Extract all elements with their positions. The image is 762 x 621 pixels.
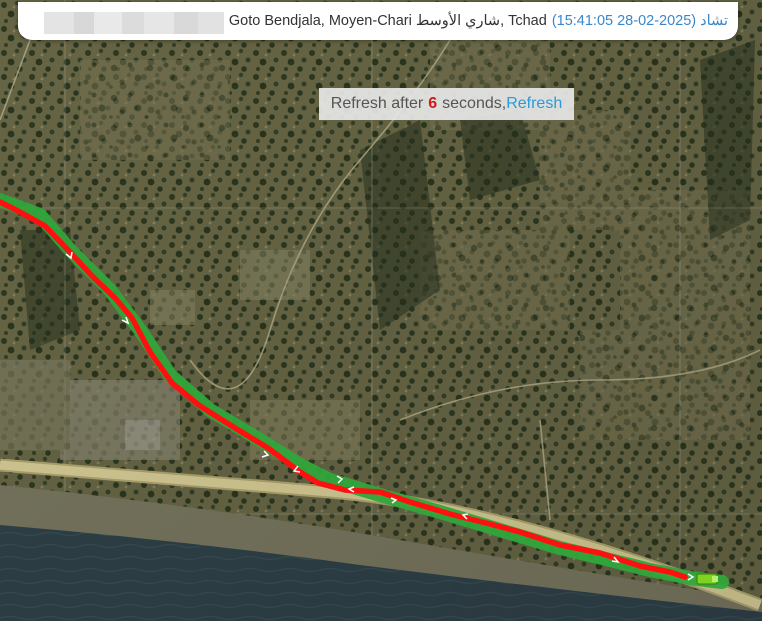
refresh-prefix: Refresh after bbox=[330, 95, 424, 112]
vehicle-marker-icon[interactable] bbox=[696, 573, 718, 585]
refresh-link[interactable]: Refresh bbox=[506, 95, 562, 113]
address-prefix: Goto Bendjala, Moyen-Chari bbox=[228, 13, 416, 29]
refresh-suffix: seconds, bbox=[442, 95, 507, 112]
refresh-notice: Refresh after 6 seconds, Refresh bbox=[319, 88, 574, 120]
timestamp: (15:41:05 28-02-2025) تشاد bbox=[551, 13, 728, 29]
address-arabic: شاري الأوسط bbox=[415, 13, 501, 29]
redacted-device-name bbox=[44, 12, 224, 34]
location-bar: Goto Bendjala, Moyen-Chari شاري الأوسط, … bbox=[18, 2, 738, 40]
address-text: Goto Bendjala, Moyen-Chari شاري الأوسط, … bbox=[229, 13, 547, 29]
refresh-countdown: 6 bbox=[428, 95, 438, 112]
address-suffix: , Tchad bbox=[500, 13, 547, 29]
